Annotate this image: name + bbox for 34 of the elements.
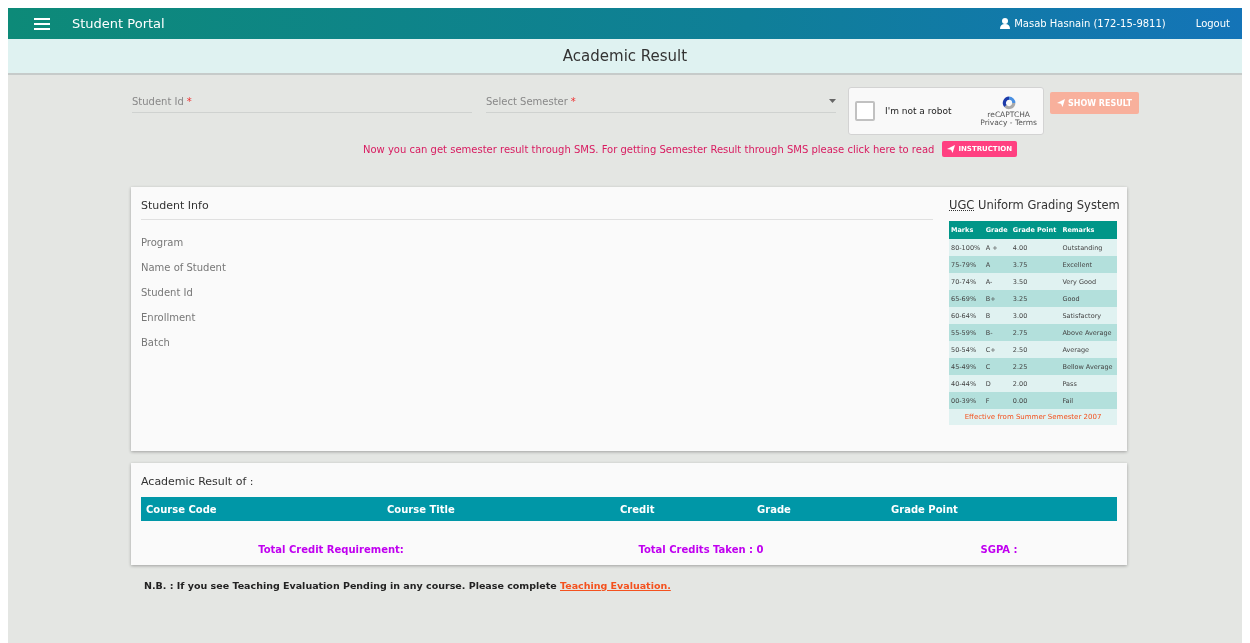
- total-label: Total Credit Requirement:: [257, 544, 405, 555]
- section-title: Student Info: [141, 197, 933, 220]
- total-label: Total Credits Taken : 0: [637, 544, 765, 555]
- user-icon: [1000, 18, 1011, 29]
- student-id-field[interactable]: Student Id *: [132, 90, 472, 113]
- column-header: Grade: [757, 503, 792, 515]
- logout-link[interactable]: Logout: [1195, 18, 1230, 29]
- sms-notice: Now you can get semester result through SMS. For getting Semester Result through SMS please click here to read: [362, 143, 935, 155]
- caret-icon: [829, 99, 836, 103]
- captcha-checkbox[interactable]: [855, 101, 875, 121]
- column-header: Course Code: [146, 503, 218, 515]
- info-label: Student Id: [141, 287, 194, 298]
- section-title: Academic Result of :: [141, 475, 255, 488]
- teaching-evaluation-link[interactable]: Teaching Evaluation.: [560, 580, 671, 591]
- grading-title: UGC Uniform Grading System: [949, 198, 1117, 212]
- info-label: Name of Student: [141, 262, 227, 273]
- info-label: Batch: [141, 337, 171, 348]
- info-label: Enrollment: [141, 312, 197, 323]
- evaluation-note: N.B. : If you see Teaching Evaluation Pending in any course. Please complete Teaching Evaluation.: [144, 580, 672, 591]
- portal-title: Student Portal: [72, 16, 166, 31]
- column-header: Course Title: [387, 503, 456, 515]
- column-header: Grade Point: [891, 503, 959, 515]
- send-icon: [1057, 99, 1065, 107]
- send-icon: [947, 145, 956, 153]
- recaptcha-logo-icon: [1000, 95, 1017, 112]
- page-title: Academic Result: [562, 47, 688, 65]
- total-label: SGPA :: [979, 544, 1019, 555]
- semester-select[interactable]: Select Semester *: [486, 90, 836, 113]
- menu-icon[interactable]: [34, 17, 50, 30]
- user-name: Masab Hasnain (172-15-9811): [1014, 18, 1166, 29]
- column-header: Credit: [620, 503, 656, 515]
- captcha-label: I'm not a robot: [885, 106, 953, 116]
- info-label: Program: [141, 237, 185, 248]
- show-result-button[interactable]: SHOW RESULT: [1050, 92, 1139, 114]
